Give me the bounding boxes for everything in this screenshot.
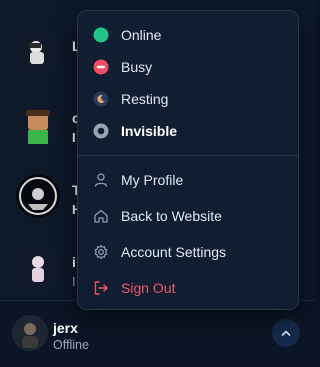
user-name: jerx [53, 320, 78, 336]
chevron-up-icon [281, 330, 291, 336]
menu-divider [78, 155, 298, 156]
status-resting-label: Resting [121, 91, 169, 107]
sign-out-item[interactable]: Sign Out [78, 272, 298, 304]
gear-icon [93, 244, 109, 260]
sign-out-label: Sign Out [121, 280, 176, 296]
user-dropdown-menu: Online Busy Resting Invisible My Profile… [77, 10, 299, 310]
back-to-website-label: Back to Website [121, 208, 222, 224]
sign-out-icon [93, 280, 109, 296]
busy-status-icon [93, 59, 109, 75]
home-icon [93, 208, 109, 224]
user-footer: jerx Offline [0, 300, 315, 367]
account-settings-item[interactable]: Account Settings [78, 236, 298, 268]
status-invisible-label: Invisible [121, 123, 178, 139]
menu-toggle-button[interactable] [272, 319, 300, 347]
user-avatar[interactable] [12, 315, 48, 351]
avatar [16, 30, 60, 74]
friend-status: I [72, 274, 76, 289]
moon-icon [93, 91, 109, 107]
my-profile-item[interactable]: My Profile [78, 164, 298, 196]
friend-status: I [72, 130, 76, 145]
friend-name: i [72, 254, 76, 270]
avatar [16, 174, 60, 218]
back-to-website-item[interactable]: Back to Website [78, 200, 298, 232]
invisible-status-icon [93, 123, 109, 139]
status-busy[interactable]: Busy [78, 51, 298, 83]
status-busy-label: Busy [121, 59, 153, 75]
user-icon [93, 172, 109, 188]
my-profile-label: My Profile [121, 172, 184, 188]
status-invisible[interactable]: Invisible [78, 115, 298, 147]
avatar [16, 246, 60, 290]
account-settings-label: Account Settings [121, 244, 227, 260]
status-resting[interactable]: Resting [78, 83, 298, 115]
status-online[interactable]: Online [78, 19, 298, 51]
online-status-dot-icon [93, 27, 109, 43]
user-status: Offline [53, 338, 89, 352]
status-online-label: Online [121, 27, 162, 43]
avatar [16, 102, 60, 146]
